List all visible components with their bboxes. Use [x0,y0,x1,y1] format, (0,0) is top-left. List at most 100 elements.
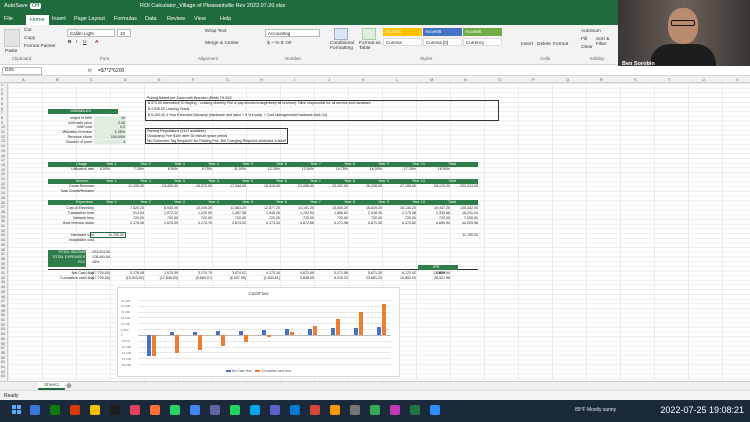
row-header[interactable]: 9 [1,121,3,125]
net-cash-bar[interactable] [307,328,312,335]
ribbon-tab-view[interactable]: View [194,16,206,22]
row-header[interactable]: 22 [1,182,5,186]
row-header[interactable]: 18 [1,163,5,167]
row-header[interactable]: 8 [1,116,3,120]
host-revenue-total[interactable]: 44,229.96 [438,221,478,225]
total-income-value[interactable]: 203,013.00 [92,250,110,254]
cumulative-cash-flow-cell[interactable]: 13,681.33 [352,276,382,280]
autosum-button[interactable]: AutoSum [581,29,601,34]
gross-revenue-cell[interactable]: 11,430.00 [114,184,144,188]
row-header[interactable]: 61 [1,365,5,369]
cumulative-cash-bar[interactable] [381,304,386,335]
total-grants-label[interactable]: Total Grants/Rebates [38,189,94,193]
column-header-h[interactable]: H [260,77,263,82]
net-cash-bar[interactable] [261,330,266,335]
row-header[interactable]: 23 [1,186,5,190]
host-revenue-cell[interactable]: 3,674.02 [216,221,246,225]
row-header[interactable]: 27 [1,205,5,209]
row-header[interactable]: 45 [1,290,5,294]
row-header[interactable]: 43 [1,280,5,284]
parking-note-1[interactable]: Parking Regulations (24x7 available) [147,129,206,133]
taskbar-app-icon[interactable] [110,405,120,415]
column-header-p[interactable]: P [532,77,535,82]
italic-button[interactable]: I [76,40,77,45]
price-line-1[interactable]: $ 373.00 Alternative To Buying - Leasing… [148,101,371,105]
column-header-g[interactable]: G [226,77,229,82]
cumulative-cash-bar[interactable] [335,318,340,335]
taskbar-app-icon[interactable] [290,405,300,415]
cost-electricity-cell[interactable]: 7,620.23 [114,206,144,210]
row-header[interactable]: 48 [1,304,5,308]
cost-electricity-label[interactable]: Cost of Electricity [38,206,94,210]
font-name-select[interactable]: Calibri Light [67,29,115,37]
column-header-t[interactable]: T [668,77,670,82]
column-header-d[interactable]: D [124,77,127,82]
net-cash-bar[interactable] [353,327,358,335]
autosave-label[interactable]: AutoSave [4,3,28,9]
copy-button[interactable]: Copy [24,36,35,41]
column-header-o[interactable]: O [498,77,501,82]
net-cash-flow-cell[interactable]: 2,176.08 [114,271,144,275]
row-header[interactable]: 20 [1,172,5,176]
taskbar-app-icon[interactable] [270,405,280,415]
net-cash-flow-cell[interactable]: 5,671.30 [352,271,382,275]
row-header[interactable]: 1 [1,83,3,87]
host-revenue-cell[interactable]: 2,675.39 [148,221,178,225]
cumulative-cash-bar[interactable] [243,334,248,342]
formula-input[interactable]: =$7*2*6200 [98,68,124,74]
parking-note-2[interactable]: Occupancy Fee $1/hr after 30 minute grac… [147,134,227,138]
cost-electricity-cell[interactable]: 15,505.20 [318,206,348,210]
row-header[interactable]: 33 [1,233,5,237]
variable-value[interactable]: 0.45 [94,121,125,125]
row-header[interactable]: 32 [1,229,5,233]
roi-value[interactable]: 15% [92,260,99,264]
cumulative-cash-bar[interactable] [289,331,294,335]
utilization-cell[interactable]: 18.50% [420,167,450,171]
column-header-r[interactable]: R [600,77,603,82]
start-icon[interactable] [12,405,22,415]
gross-revenue-cell[interactable]: 19,315.00 [250,184,280,188]
row-header[interactable]: 49 [1,309,5,313]
cumulative-cash-bar[interactable] [197,334,202,350]
conditional-formatting-icon[interactable] [334,28,348,40]
utilization-cell[interactable]: 11.00% [216,167,246,171]
gross-revenue-total[interactable]: 203,013.00 [438,184,478,188]
net-cash-flow-cell[interactable]: 5,171.98 [318,271,348,275]
transaction-fees-total[interactable]: 16,241.04 [438,211,478,215]
format-cells-button[interactable]: Format [553,42,568,47]
taskbar-app-icon[interactable] [370,405,380,415]
conditional-formatting-button[interactable]: Conditional Formatting [330,41,360,51]
gross-revenue-cell[interactable]: 23,257.00 [318,184,348,188]
cumulative-cash-bar[interactable] [358,311,363,335]
style-accent5[interactable]: Accent5 [423,28,462,36]
parking-note-3[interactable]: No Commuter Tag Required: No Parking Fee… [147,139,286,143]
host-revenue-label[interactable]: Host revenue share [38,221,94,225]
utilization-cell[interactable]: 7.25% [114,167,144,171]
cost-electricity-cell[interactable]: 11,563.20 [216,206,246,210]
taskbar-app-icon[interactable] [230,405,240,415]
row-header[interactable]: 26 [1,201,5,205]
variable-value[interactable]: 10 [94,116,125,120]
row-header[interactable]: 13 [1,139,5,143]
underline-button[interactable]: U [83,40,86,45]
style-comma[interactable]: Comma [383,38,422,46]
cumulative-cash-flow-cell[interactable]: 26,521.98 [420,276,450,280]
transaction-fees-cell[interactable]: 1,229.90 [182,211,212,215]
column-header-e[interactable]: E [158,77,161,82]
row-header[interactable]: 55 [1,337,5,341]
host-revenue-cell[interactable]: 2,176.08 [114,221,144,225]
row-header[interactable]: 56 [1,342,5,346]
paste-button[interactable]: Paste [5,49,17,54]
utilization-cell[interactable]: 8.50% [148,167,178,171]
row-header[interactable]: 31 [1,224,5,228]
row-header[interactable]: 4 [1,97,3,101]
row-header[interactable]: 51 [1,318,5,322]
currency-format-icon[interactable]: $ ~ % 9 .00 [267,41,291,46]
cumulative-cash-bar[interactable] [266,334,271,338]
transaction-fees-cell[interactable]: 1,860.62 [318,211,348,215]
taskbar-app-icon[interactable] [390,405,400,415]
taskbar-app-icon[interactable] [410,405,420,415]
taskbar-app-icon[interactable] [30,405,40,415]
hardware-label[interactable]: Hardware cost [38,233,94,237]
taskbar-clock[interactable]: 2022-07-25 19:08:21 [660,405,744,415]
